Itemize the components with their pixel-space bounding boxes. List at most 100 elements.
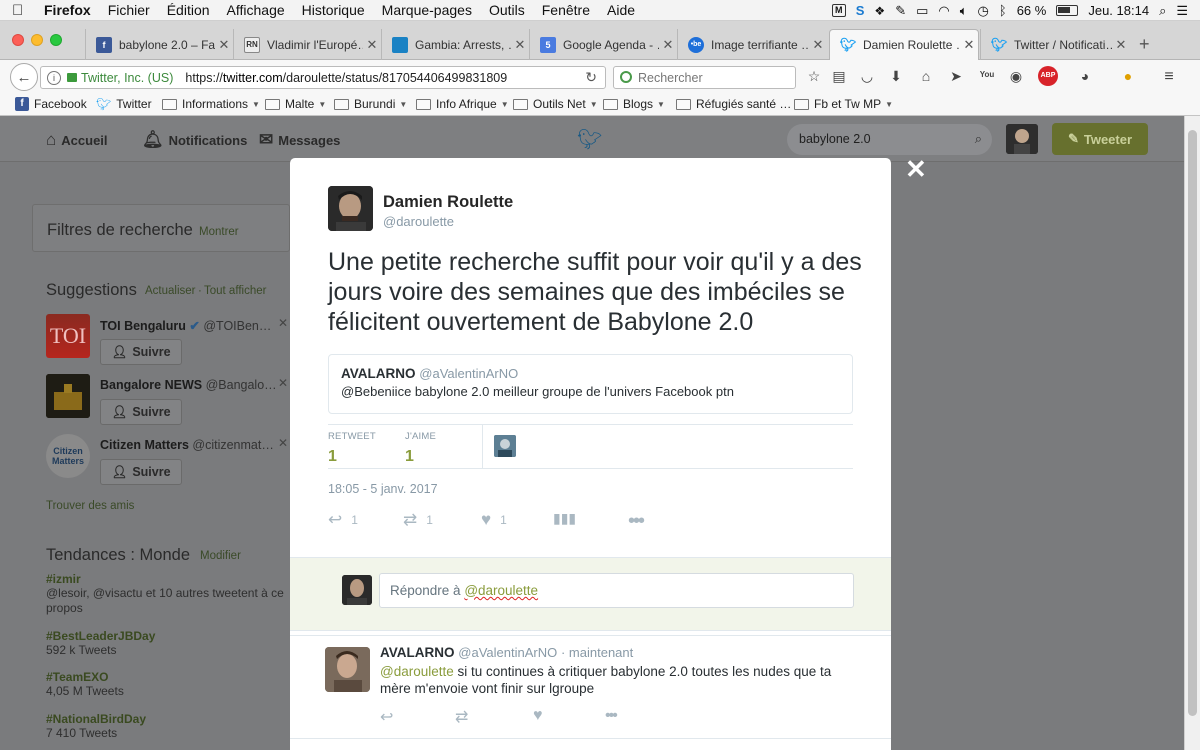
close-icon[interactable]: ✕	[278, 376, 288, 390]
suggestion-name[interactable]: Citizen Matters @citizenmat…	[100, 438, 274, 452]
menu-fichier[interactable]: Fichier	[108, 2, 150, 18]
site-identity[interactable]: Twitter, Inc. (US)	[81, 71, 173, 85]
close-tab-icon[interactable]: ✕	[960, 37, 978, 53]
nav-messages[interactable]: ✉ Messages	[259, 130, 340, 150]
menu-aide[interactable]: Aide	[607, 2, 635, 18]
search-icon[interactable]: ⌕	[975, 131, 982, 147]
trend-item[interactable]: #TeamEXO 4,05 M Tweets	[46, 670, 296, 699]
nav-notifications[interactable]: 🔔︎ Notifications	[142, 130, 247, 150]
follow-button[interactable]: 👤︎ Suivre	[100, 339, 182, 365]
twitter-search-input[interactable]: babylone 2.0 ⌕	[787, 124, 992, 155]
bookmark-folder-informations[interactable]: Informations ▼	[162, 97, 260, 111]
send-icon[interactable]: ➤	[947, 68, 965, 85]
bookmark-star-icon[interactable]: ☆	[805, 68, 823, 85]
follow-button[interactable]: 👤︎ Suivre	[100, 399, 182, 425]
reply-text-mention[interactable]: @daroulette	[380, 664, 454, 679]
bookmark-folder-malte[interactable]: Malte ▼	[265, 97, 326, 111]
battery-percent[interactable]: 66 %	[1017, 3, 1047, 18]
trend-item[interactable]: #NationalBirdDay 7 410 Tweets	[46, 712, 296, 741]
author-name[interactable]: Damien Roulette	[383, 193, 513, 212]
download-icon[interactable]: ⬇	[887, 68, 905, 85]
close-window-button[interactable]	[12, 34, 24, 46]
avatar[interactable]	[46, 374, 90, 418]
menu-marque-pages[interactable]: Marque-pages	[382, 2, 472, 18]
tab-twitter-notifications[interactable]: 🐦︎ Twitter / Notificati… ✕	[980, 29, 1130, 60]
refresh-link[interactable]: Actualiser	[145, 285, 196, 297]
timemachine-icon[interactable]: ◷	[978, 3, 989, 19]
menu-outils[interactable]: Outils	[489, 2, 525, 18]
pocket-icon[interactable]: ◡	[858, 68, 876, 85]
home-icon[interactable]: ⌂	[917, 68, 935, 84]
quoted-tweet[interactable]: AVALARNO @aValentinArNO @Bebeniice babyl…	[328, 354, 853, 414]
menu-edition[interactable]: Édition	[167, 2, 210, 18]
menu-firefox[interactable]: Firefox	[44, 2, 91, 18]
tab-babylone[interactable]: f babylone 2.0 – Fa… ✕	[85, 29, 233, 60]
clock[interactable]: Jeu. 18:14	[1088, 3, 1149, 18]
twitter-bird-icon[interactable]: 🐦︎	[577, 127, 602, 152]
close-icon[interactable]: ✕	[278, 316, 288, 330]
trend-tag[interactable]: #NationalBirdDay	[46, 712, 296, 726]
trends-modify-link[interactable]: Modifier	[200, 550, 241, 562]
url-text[interactable]: https://twitter.com/daroulette/status/81…	[185, 71, 507, 85]
bookmark-folder-refugies[interactable]: Réfugiés santé …▼	[676, 97, 803, 111]
url-bar[interactable]: i Twitter, Inc. (US) https://twitter.com…	[40, 66, 606, 89]
volume-icon[interactable]: 🔈︎	[960, 3, 968, 19]
bookmark-folder-info-afrique[interactable]: Info Afrique ▼	[416, 97, 509, 111]
bookmark-twitter[interactable]: 🐦︎ Twitter	[96, 97, 152, 111]
scrollbar-thumb[interactable]	[1188, 130, 1197, 716]
lock-icon[interactable]	[67, 73, 77, 82]
bookmark-folder-fb-tw-mp[interactable]: Fb et Tw MP ▼	[794, 97, 893, 111]
close-tab-icon[interactable]: ✕	[511, 37, 529, 53]
new-tab-button[interactable]: +	[1139, 34, 1150, 55]
avatar[interactable]: Citizen Matters	[46, 434, 90, 478]
avatar[interactable]	[342, 575, 372, 605]
evernote-icon[interactable]: ✎	[895, 3, 906, 19]
avatar[interactable]	[325, 647, 370, 692]
dropbox-icon[interactable]: ❖	[874, 4, 885, 18]
analytics-action[interactable]: ▮▮▮	[553, 510, 585, 527]
search-icon[interactable]: ⌕	[1159, 3, 1166, 19]
battery-icon[interactable]	[1056, 5, 1079, 16]
suggestion-name[interactable]: TOI Bengaluru ✔ @TOIBen…	[100, 318, 271, 333]
tab-damien-roulette[interactable]: 🐦︎ Damien Roulette … ✕	[829, 29, 979, 60]
tweet-timestamp[interactable]: 18:05 - 5 janv. 2017	[328, 482, 438, 496]
quoted-author[interactable]: AVALARNO @aValentinArNO	[341, 366, 840, 381]
more-icon[interactable]: •••	[605, 707, 618, 725]
zoom-window-button[interactable]	[50, 34, 62, 46]
heart-icon[interactable]: ♥	[533, 707, 543, 725]
close-tab-icon[interactable]: ✕	[215, 37, 233, 53]
reply-icon[interactable]: ↩	[380, 707, 393, 727]
menu-fenetre[interactable]: Fenêtre	[542, 2, 590, 18]
tab-gambia[interactable]: Gambia: Arrests, … ✕	[381, 29, 529, 60]
menu-historique[interactable]: Historique	[302, 2, 365, 18]
retweet-action[interactable]: ⇄ 1	[403, 510, 433, 530]
close-tab-icon[interactable]: ✕	[659, 37, 677, 53]
m-status-icon[interactable]: M	[831, 4, 846, 17]
bookmark-folder-outils-net[interactable]: Outils Net ▼	[513, 97, 598, 111]
suggestion-name[interactable]: Bangalore NEWS @Bangalo…	[100, 378, 277, 392]
tab-vladimir[interactable]: RN Vladimir l'Europé… ✕	[233, 29, 381, 60]
reload-icon[interactable]: ↻	[585, 69, 597, 86]
avatar[interactable]: TOI	[46, 314, 90, 358]
menu-icon[interactable]: ≡	[1160, 68, 1178, 86]
minimize-window-button[interactable]	[31, 34, 43, 46]
avatar[interactable]	[1006, 124, 1038, 154]
trend-item[interactable]: #izmir @lesoir, @visactu et 10 autres tw…	[46, 572, 296, 616]
youtube-icon[interactable]: You	[978, 70, 996, 79]
monkey-icon[interactable]: ◕	[1076, 68, 1094, 84]
tab-image-terrifiante[interactable]: •be Image terrifiante … ✕	[677, 29, 827, 60]
close-tab-icon[interactable]: ✕	[809, 37, 827, 53]
apple-icon[interactable]: 	[12, 2, 30, 19]
retweet-icon[interactable]: ⇄	[455, 707, 468, 727]
info-icon[interactable]: i	[47, 70, 61, 85]
notification-center-icon[interactable]: ☰	[1176, 3, 1188, 19]
skype-icon[interactable]: S	[856, 3, 865, 18]
more-action[interactable]: •••	[628, 510, 652, 533]
nav-home[interactable]: ⌂ Accueil	[46, 130, 108, 150]
find-friends-link[interactable]: Trouver des amis	[46, 500, 134, 512]
trend-tag[interactable]: #TeamEXO	[46, 670, 296, 684]
avatar[interactable]	[494, 435, 516, 457]
tweet-button[interactable]: ✎ Tweeter	[1052, 123, 1148, 155]
close-icon[interactable]: ✕	[278, 436, 288, 450]
filters-show-link[interactable]: Montrer	[199, 226, 239, 238]
